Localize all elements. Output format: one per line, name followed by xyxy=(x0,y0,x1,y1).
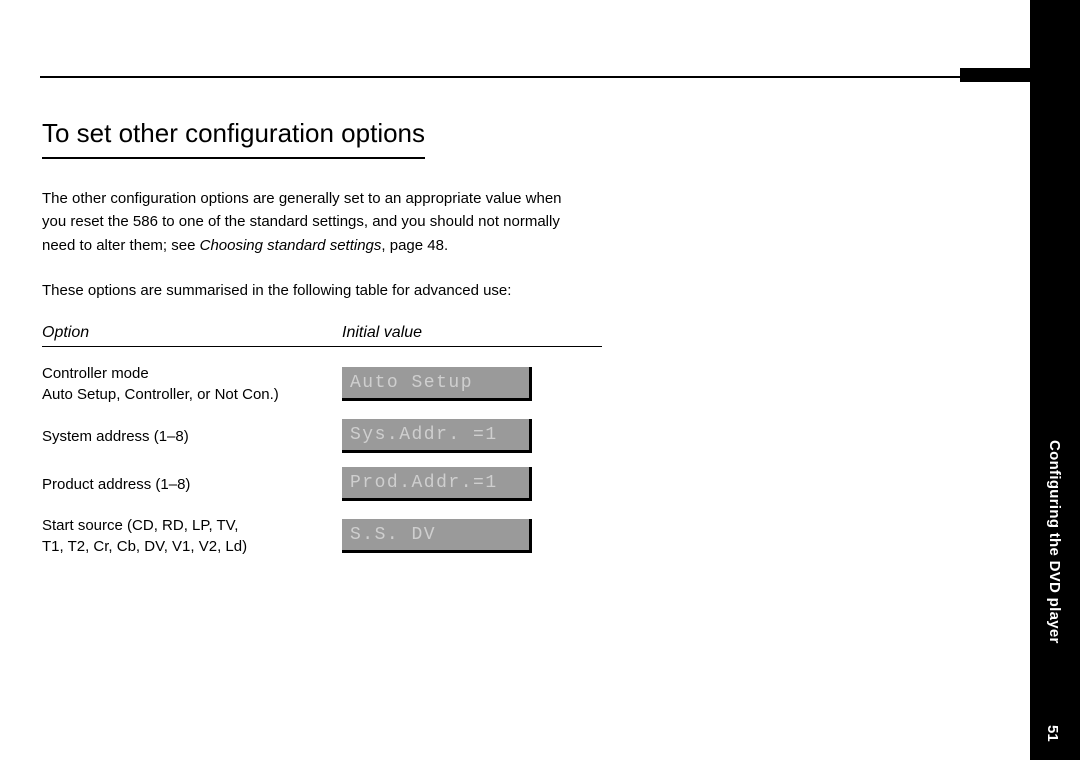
para1-tail: , page 48. xyxy=(381,237,448,254)
option-line1: Product address (1–8) xyxy=(42,476,190,493)
table-row: Controller mode Auto Setup, Controller, … xyxy=(42,363,662,405)
lcd-display: Prod.Addr.=1 xyxy=(342,467,532,501)
intro-paragraph-2: These options are summarised in the foll… xyxy=(42,279,562,302)
option-label: Start source (CD, RD, LP, TV, T1, T2, Cr… xyxy=(42,515,342,557)
option-line1: Controller mode xyxy=(42,365,149,382)
header-option: Option xyxy=(42,324,342,342)
para1-reference: Choosing standard settings xyxy=(200,237,382,254)
manual-page: Configuring the DVD player 51 To set oth… xyxy=(0,0,1080,760)
intro-paragraph-1: The other configuration options are gene… xyxy=(42,187,562,257)
header-initial-value: Initial value xyxy=(342,324,602,342)
option-line2: T1, T2, Cr, Cb, DV, V1, V2, Ld) xyxy=(42,538,247,555)
top-divider xyxy=(40,76,1030,78)
side-section-label: Configuring the DVD player xyxy=(1046,440,1063,644)
content-area: To set other configuration options The o… xyxy=(42,118,662,571)
top-divider-thick xyxy=(960,68,1030,82)
table-row: System address (1–8) Sys.Addr. =1 xyxy=(42,419,662,453)
table-row: Product address (1–8) Prod.Addr.=1 xyxy=(42,467,662,501)
lcd-display: S.S. DV xyxy=(342,519,532,553)
options-table: Option Initial value Controller mode Aut… xyxy=(42,324,662,557)
section-title: To set other configuration options xyxy=(42,118,425,159)
option-label: System address (1–8) xyxy=(42,426,342,447)
option-label: Product address (1–8) xyxy=(42,474,342,495)
side-tab: Configuring the DVD player 51 xyxy=(1030,0,1080,760)
option-label: Controller mode Auto Setup, Controller, … xyxy=(42,363,342,405)
lcd-display: Auto Setup xyxy=(342,367,532,401)
lcd-display: Sys.Addr. =1 xyxy=(342,419,532,453)
table-row: Start source (CD, RD, LP, TV, T1, T2, Cr… xyxy=(42,515,662,557)
option-line1: Start source (CD, RD, LP, TV, xyxy=(42,517,238,534)
table-header: Option Initial value xyxy=(42,324,602,347)
option-line2: Auto Setup, Controller, or Not Con.) xyxy=(42,386,279,403)
page-number: 51 xyxy=(1044,725,1061,742)
option-line1: System address (1–8) xyxy=(42,428,189,445)
